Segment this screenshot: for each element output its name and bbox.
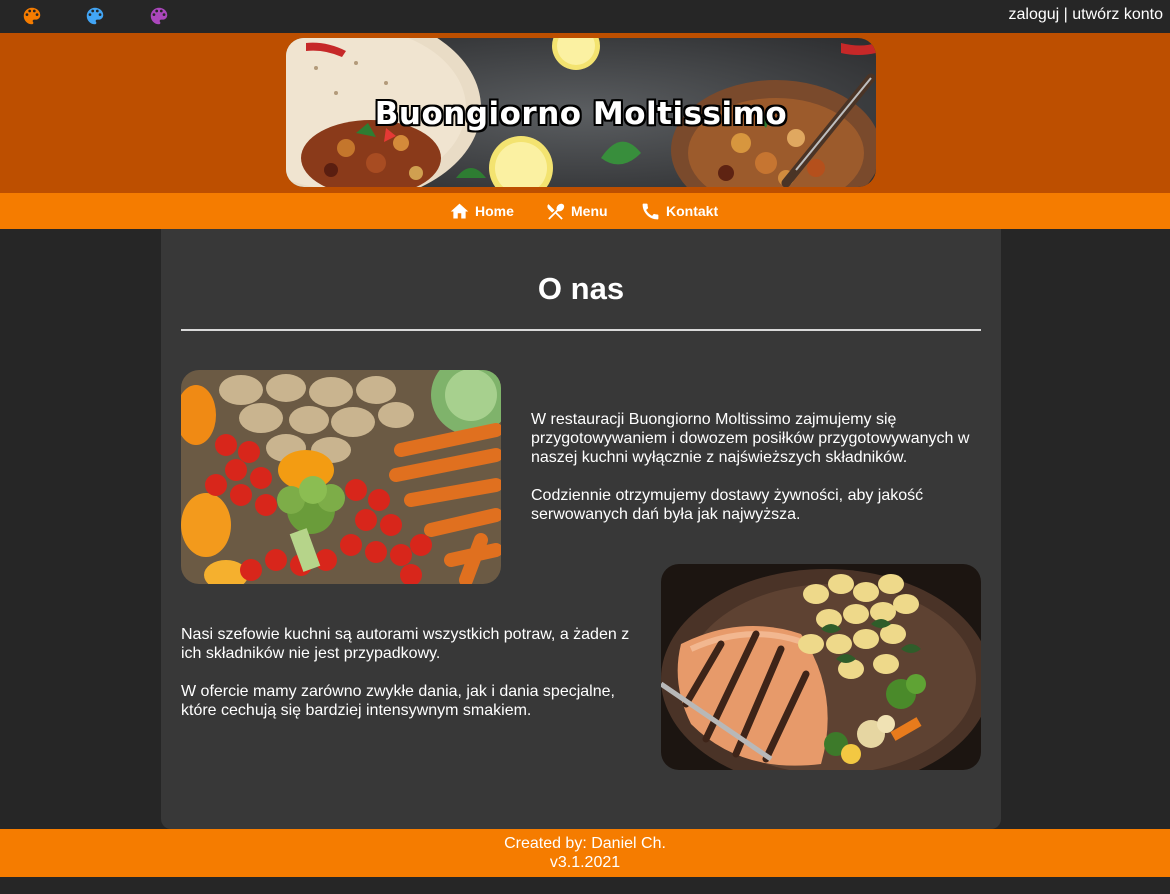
login-link[interactable]: zaloguj — [1009, 6, 1060, 23]
footer-version: v3.1.2021 — [549, 854, 621, 871]
page-title: O nas — [537, 271, 625, 306]
phone-icon — [642, 203, 659, 219]
nav-item-menu[interactable]: Menu — [545, 193, 608, 229]
site-footer: Created by: Daniel Ch. v3.1.2021 — [0, 829, 1170, 877]
about-paragraph-1: W restauracji Buongiorno Moltissimo zajm… — [531, 411, 970, 466]
home-icon — [450, 203, 469, 218]
palette-icon-orange[interactable] — [21, 5, 43, 27]
palette-icon-purple[interactable] — [148, 5, 170, 27]
site-header: Buongiorno Moltissimo — [0, 33, 1170, 193]
main-nav: Home Menu Kontakt — [0, 193, 1170, 229]
about-section: O nas W restauracji Buongiorno Moltissim… — [161, 229, 1001, 829]
nav-home-label: Home — [475, 203, 514, 219]
nav-item-home[interactable]: Home — [449, 193, 514, 229]
auth-separator: | — [1059, 6, 1073, 23]
register-link[interactable]: utwórz konto — [1072, 6, 1163, 23]
top-bar: zaloguj | utwórz konto — [0, 0, 1170, 33]
vegetables-image — [181, 370, 501, 584]
nav-item-kontakt[interactable]: Kontakt — [640, 193, 718, 229]
title-divider — [181, 329, 981, 331]
palette-icon-blue[interactable] — [84, 5, 106, 27]
salmon-dish-image — [661, 564, 981, 770]
footer-credits: Created by: Daniel Ch. — [504, 835, 666, 852]
auth-links: zaloguj | utwórz konto — [1009, 6, 1163, 24]
nav-menu-label: Menu — [571, 203, 608, 219]
about-paragraph-3: Nasi szefowie kuchni są autorami wszystk… — [181, 626, 630, 662]
nav-kontakt-label: Kontakt — [666, 203, 719, 219]
about-paragraph-4: W ofercie mamy zarówno zwykłe dania, jak… — [181, 683, 615, 719]
header-banner-image: Buongiorno Moltissimo — [286, 38, 876, 187]
about-paragraph-2: Codziennie otrzymujemy dostawy żywności,… — [531, 487, 924, 523]
site-title: Buongiorno Moltissimo — [374, 96, 788, 132]
cutlery-icon — [547, 203, 565, 220]
